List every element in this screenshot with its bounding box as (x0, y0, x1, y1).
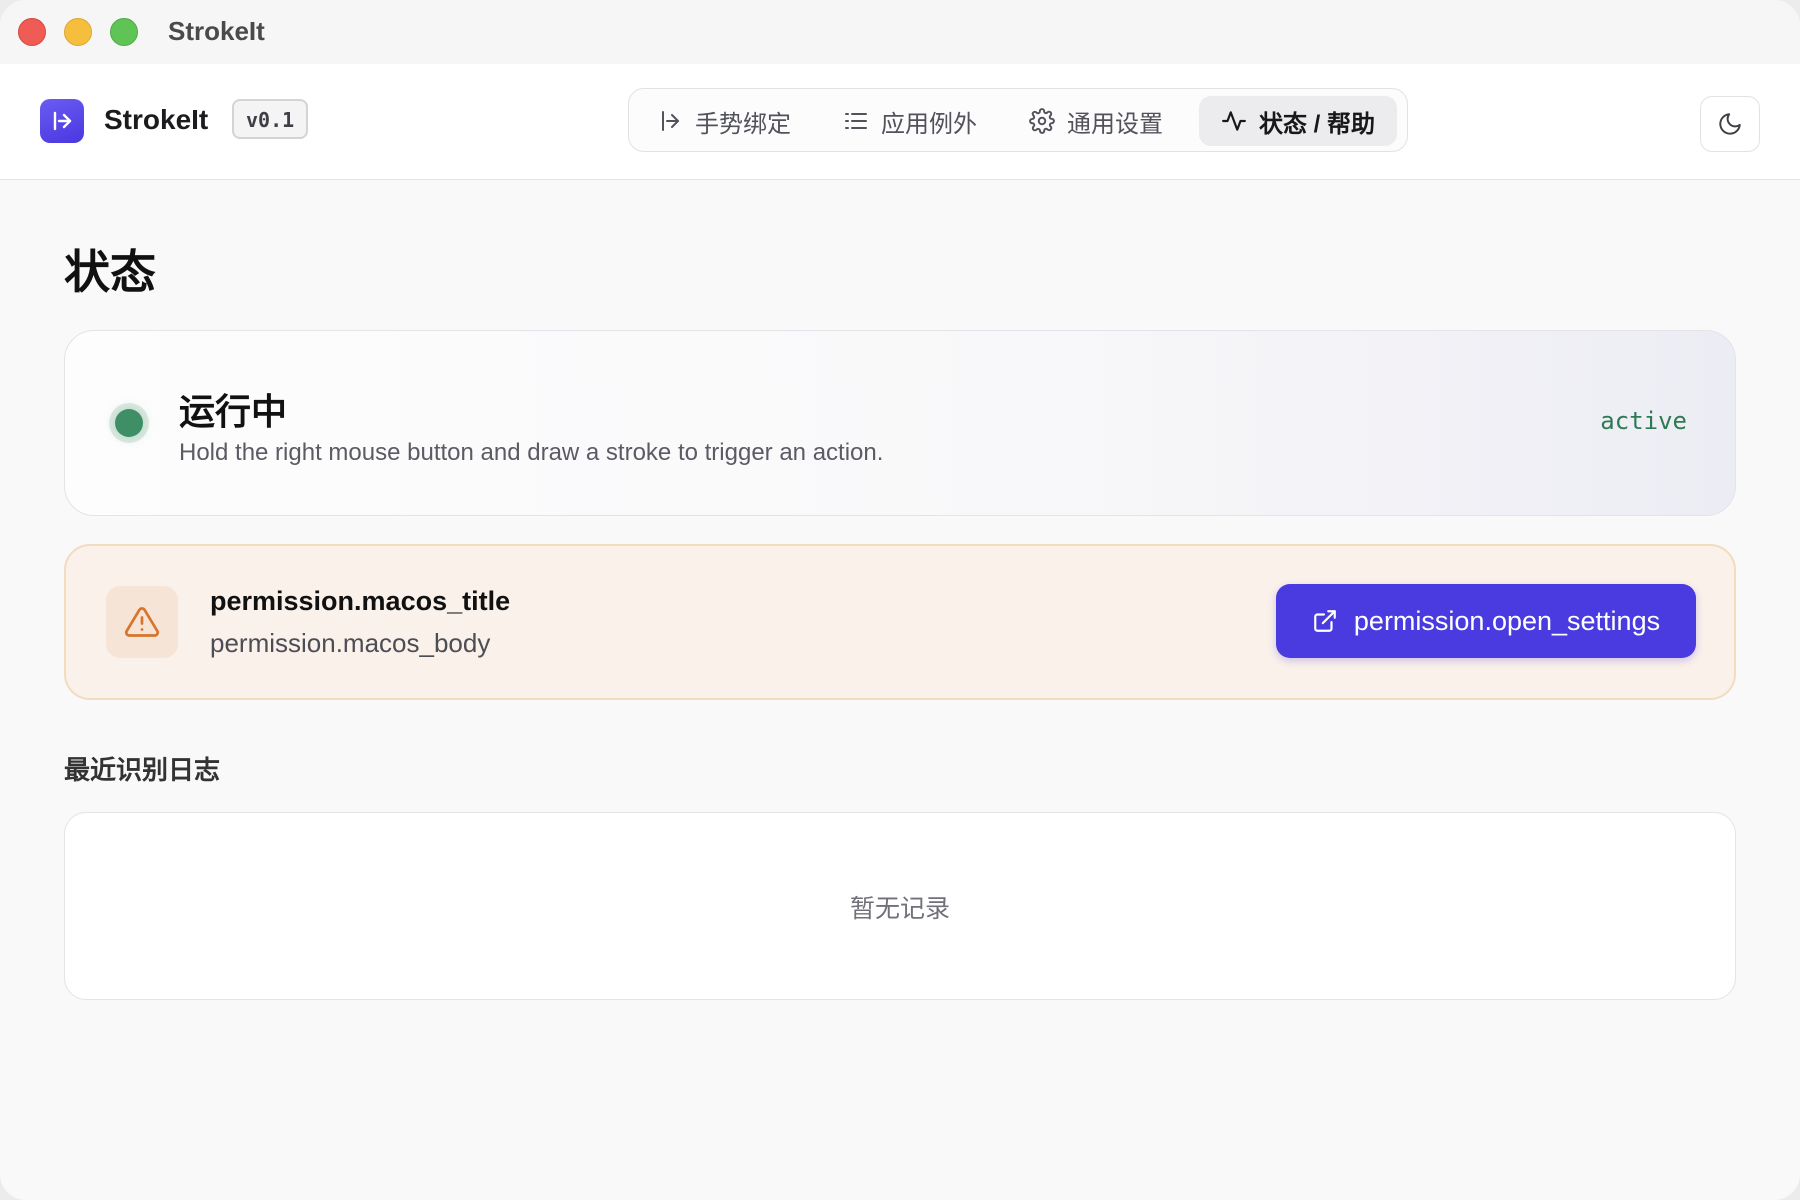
tab-label: 应用例外 (881, 110, 977, 138)
status-description: Hold the right mouse button and draw a s… (179, 439, 884, 466)
minimize-window-button[interactable] (64, 18, 92, 46)
tab-label: 状态 / 帮助 (1259, 110, 1376, 138)
app-name: StrokeIt (104, 104, 209, 135)
version-badge: v0.1 (232, 99, 309, 139)
status-indicator (115, 409, 143, 437)
app-header: StrokeIt v0.1 手势绑定 应用例外 通用设置 状态 / 帮助 (0, 64, 1800, 180)
open-settings-label: permission.open_settings (1353, 605, 1661, 636)
app-window: StrokeIt StrokeIt v0.1 手势绑定 应用例外 通用设置 状态… (0, 0, 1800, 1200)
activity-icon (1222, 111, 1246, 131)
tab-gesture-bindings[interactable]: 手势绑定 (635, 96, 813, 146)
close-window-button[interactable] (18, 18, 46, 46)
gesture-icon (662, 111, 679, 131)
tab-status-help[interactable]: 状态 / 帮助 (1199, 96, 1398, 146)
permission-body: permission.macos_body (210, 628, 491, 658)
tab-general-settings[interactable]: 通用设置 (1007, 96, 1185, 146)
permission-title: permission.macos_title (210, 586, 511, 616)
recent-log-heading: 最近识别日志 (64, 755, 221, 785)
tab-app-exceptions[interactable]: 应用例外 (821, 96, 999, 146)
tab-label: 手势绑定 (695, 110, 791, 138)
open-settings-button[interactable]: permission.open_settings (1276, 584, 1696, 658)
gear-icon (1029, 108, 1055, 134)
external-link-icon (1314, 610, 1336, 632)
status-card: 运行中 Hold the right mouse button and draw… (64, 330, 1736, 516)
moon-icon (1719, 113, 1741, 135)
status-title: 运行中 (179, 391, 288, 432)
maximize-window-button[interactable] (110, 18, 138, 46)
main-content: 状态 运行中 Hold the right mouse button and d… (0, 180, 1800, 1200)
main-nav: 手势绑定 应用例外 通用设置 状态 / 帮助 (628, 88, 1408, 152)
page-title: 状态 (64, 246, 156, 298)
app-logo-icon (40, 99, 84, 143)
tab-label: 通用设置 (1067, 110, 1163, 138)
warning-icon (106, 586, 178, 658)
list-icon (845, 113, 867, 129)
recent-log-list: 暂无记录 (64, 812, 1736, 1000)
title-bar: StrokeIt (0, 0, 1800, 64)
log-empty-state: 暂无记录 (849, 895, 950, 923)
permission-card: permission.macos_title permission.macos_… (64, 544, 1736, 700)
status-state: active (1600, 407, 1687, 435)
theme-toggle-button[interactable] (1700, 96, 1760, 152)
window-title: StrokeIt (168, 16, 265, 46)
